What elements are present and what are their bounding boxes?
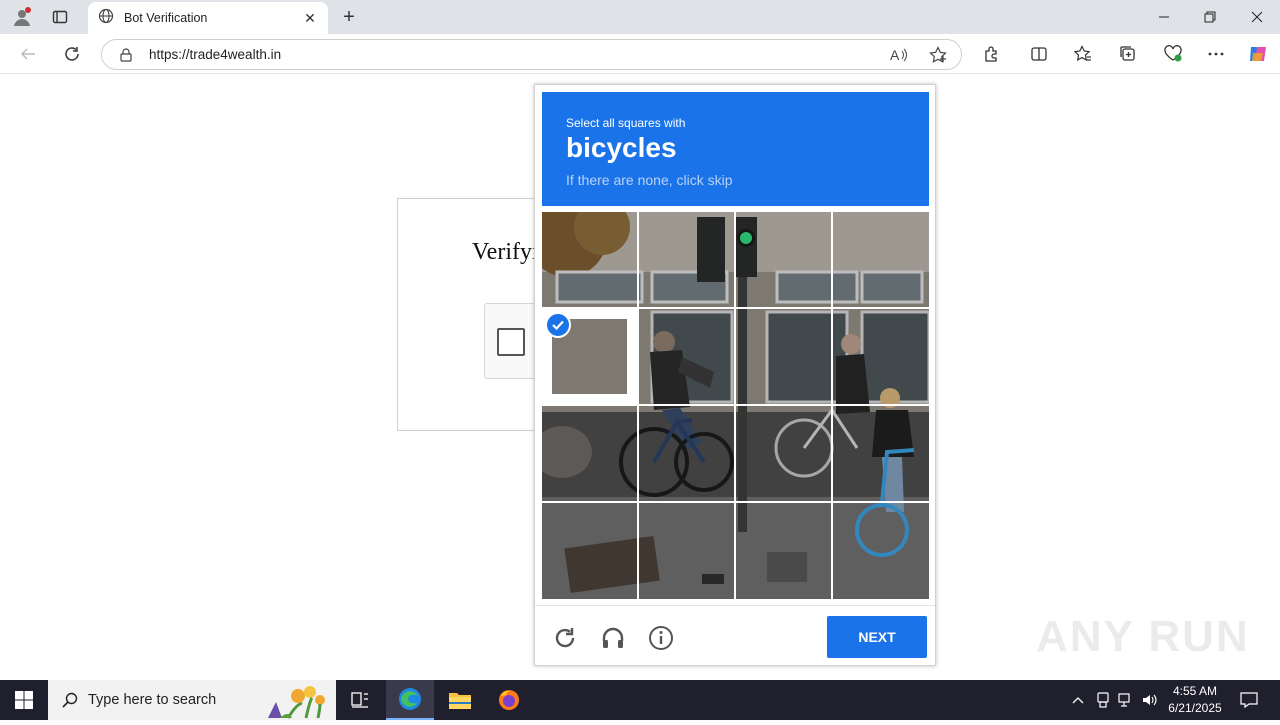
clock-date: 6/21/2025	[1168, 701, 1222, 715]
captcha-tile-5-selected[interactable]	[542, 309, 637, 404]
captcha-tile-11[interactable]	[736, 406, 831, 501]
usb-device-icon[interactable]	[1093, 680, 1113, 720]
windows-taskbar: Type here to search 4:55 AM 6/21/2025	[0, 680, 1280, 720]
search-highlight-flowers-icon	[258, 682, 334, 725]
captcha-tile-3[interactable]	[736, 212, 831, 307]
site-info-lock-icon[interactable]	[116, 45, 136, 65]
task-view-icon[interactable]	[336, 680, 384, 720]
tab-bot-verification[interactable]: Bot Verification ✕	[88, 2, 328, 34]
restore-icon[interactable]	[1187, 0, 1233, 34]
network-icon[interactable]	[1116, 680, 1136, 720]
clock-time: 4:55 AM	[1172, 684, 1218, 698]
close-window-icon[interactable]	[1234, 0, 1280, 34]
next-button[interactable]: NEXT	[827, 616, 927, 658]
browser-title-bar: Bot Verification ✕ +	[0, 0, 1280, 34]
edge-browser-icon[interactable]	[386, 680, 434, 720]
volume-icon[interactable]	[1140, 680, 1160, 720]
captcha-tile-14[interactable]	[639, 503, 734, 598]
new-tab-icon[interactable]: +	[338, 6, 360, 28]
captcha-tile-7[interactable]	[736, 309, 831, 404]
search-icon	[62, 692, 78, 708]
captcha-tile-16[interactable]	[833, 503, 928, 598]
captcha-checkbox[interactable]	[497, 328, 525, 356]
captcha-prompt-pre: Select all squares with	[566, 116, 686, 130]
captcha-tile-6[interactable]	[639, 309, 734, 404]
taskbar-clock[interactable]: 4:55 AM 6/21/2025	[1162, 683, 1228, 717]
captcha-tile-10[interactable]	[639, 406, 734, 501]
captcha-tile-8[interactable]	[833, 309, 928, 404]
info-icon[interactable]	[647, 624, 675, 652]
notifications-icon[interactable]	[1234, 680, 1264, 720]
favorites-icon[interactable]	[1070, 42, 1096, 66]
navigation-bar: https://trade4wealth.in A	[0, 34, 1280, 74]
browser-essentials-icon[interactable]	[1160, 42, 1186, 66]
captcha-header: Select all squares with bicycles If ther…	[542, 92, 929, 206]
globe-icon	[98, 8, 114, 29]
read-aloud-icon[interactable]: A	[889, 45, 909, 65]
captcha-prompt-sub: If there are none, click skip	[566, 172, 733, 188]
close-tab-icon[interactable]: ✕	[302, 10, 318, 27]
svg-text:A: A	[890, 47, 900, 63]
captcha-tile-2[interactable]	[639, 212, 734, 307]
settings-more-icon[interactable]	[1203, 42, 1229, 66]
captcha-challenge-popup: Select all squares with bicycles If ther…	[534, 84, 936, 666]
captcha-image-grid	[542, 212, 929, 599]
captcha-tile-4[interactable]	[833, 212, 928, 307]
windows-start-icon[interactable]	[0, 680, 48, 720]
refresh-icon[interactable]	[59, 42, 85, 66]
tab-title: Bot Verification	[124, 11, 208, 25]
captcha-tile-13[interactable]	[542, 503, 637, 598]
captcha-tile-1[interactable]	[542, 212, 637, 307]
reload-challenge-icon[interactable]	[551, 624, 579, 652]
anyrun-watermark: ANY RUN	[1036, 612, 1250, 661]
taskbar-search-box[interactable]: Type here to search	[48, 680, 336, 720]
captcha-tile-15[interactable]	[736, 503, 831, 598]
minimize-icon[interactable]	[1141, 0, 1187, 34]
captcha-footer: NEXT	[535, 605, 935, 665]
verification-heading: Verifyi	[472, 239, 539, 265]
favorite-star-icon[interactable]	[928, 45, 948, 65]
collections-icon[interactable]	[1115, 42, 1141, 66]
tab-actions-icon[interactable]	[46, 5, 74, 29]
audio-challenge-icon[interactable]	[599, 624, 627, 652]
captcha-tile-9[interactable]	[542, 406, 637, 501]
show-hidden-icons-icon[interactable]	[1068, 680, 1088, 720]
search-placeholder: Type here to search	[88, 692, 217, 708]
copilot-icon[interactable]	[1245, 42, 1271, 66]
captcha-tile-12[interactable]	[833, 406, 928, 501]
url-text: https://trade4wealth.in	[149, 47, 282, 62]
extensions-icon[interactable]	[978, 42, 1004, 66]
file-explorer-icon[interactable]	[436, 680, 484, 720]
tile-selected-check-icon	[545, 312, 571, 338]
split-screen-icon[interactable]	[1026, 42, 1052, 66]
profile-icon[interactable]	[8, 5, 36, 29]
captcha-target-word: bicycles	[566, 132, 677, 163]
firefox-icon[interactable]	[485, 680, 533, 720]
address-bar[interactable]: https://trade4wealth.in A	[101, 39, 962, 70]
back-icon[interactable]	[15, 42, 41, 66]
